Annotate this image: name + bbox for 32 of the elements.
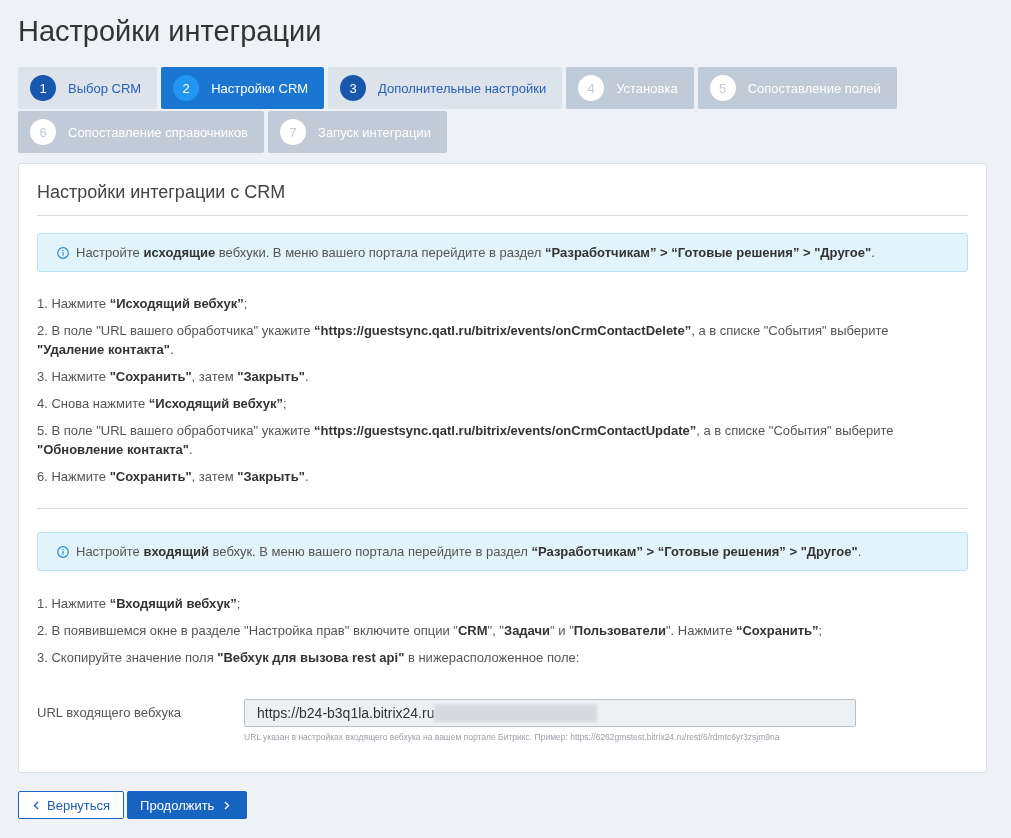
- step-number: 5: [709, 75, 736, 101]
- instruction-step: 4. Снова нажмите “Исходящий вебхук”;: [37, 394, 927, 413]
- notice-text: Настройте входящий вебхук. В меню вашего портала перейдите в раздел “Разработчикам” > “Готовые решения” > "Другое".: [76, 544, 862, 559]
- info-icon: [57, 246, 69, 259]
- chevron-left-icon: [33, 800, 39, 810]
- instruction-step: 5. В поле "URL вашего обработчика" укажите “https://guestsync.qatl.ru/bitrix/events/onCrmContactUpdate”, а в списке "События" выберите "Обновление контакта".: [37, 421, 927, 459]
- page-title: Настройки интеграции: [18, 14, 323, 49]
- card-title: Настройки интеграции с CRM: [37, 181, 287, 204]
- step-number: 2: [173, 75, 200, 101]
- info-icon: [57, 545, 69, 558]
- instruction-step: 2. В появившемся окне в разделе "Настройка прав" включите опции "CRM", "Задачи" и "Пользователи". Нажмите “Сохранить”;: [37, 621, 927, 640]
- step-number: 6: [30, 119, 56, 145]
- instruction-step: 1. Нажмите “Исходящий вебхук”;: [37, 294, 927, 313]
- step-number: 3: [340, 75, 367, 101]
- instruction-step: 3. Нажмите "Сохранить", затем "Закрыть".: [37, 367, 927, 386]
- step-tab[interactable]: 3 Дополнительные настройки: [328, 67, 563, 109]
- instruction-step: 2. В поле "URL вашего обработчика" укажите “https://guestsync.qatl.ru/bitrix/events/onCrmContactDelete”, а в списке "События" выберите "Удаление контакта".: [37, 321, 927, 359]
- step-tab[interactable]: 2 Настройки CRM: [161, 67, 325, 109]
- chevron-right-icon: [224, 800, 231, 810]
- url-input-field[interactable]: https://b24-b3q1la.bitrix24.ru: [244, 699, 856, 727]
- instruction-step: 6. Нажмите "Сохранить", затем "Закрыть".: [37, 467, 927, 486]
- field-hint: URL указан в настройках входящего вебхука на вашем портале Битрикс. Пример: https://6262gmstest.bitrix24.ru/rest/6/rdmtc6yr3zsjm9na: [244, 732, 781, 742]
- instruction-step: 3. Скопируйте значение поля "Вебхук для вызова rest api" в нижерасположенное поле:: [37, 648, 927, 667]
- field-label: URL входящего вебхука: [37, 704, 183, 722]
- notice-text: Настройте исходящие вебхуки. В меню вашего портала перейдите в раздел “Разработчикам” > “Готовые решения” > "Другое".: [76, 245, 875, 260]
- step-number: 1: [30, 75, 56, 101]
- continue-button[interactable]: Продолжить: [127, 791, 248, 819]
- step-tab[interactable]: 1 Выбор CRM: [18, 67, 158, 109]
- instruction-step: 1. Нажмите “Входящий вебхук”;: [37, 594, 927, 613]
- step-number: 4: [578, 75, 605, 101]
- step-number: 7: [280, 119, 307, 145]
- back-button[interactable]: Вернуться: [18, 791, 125, 819]
